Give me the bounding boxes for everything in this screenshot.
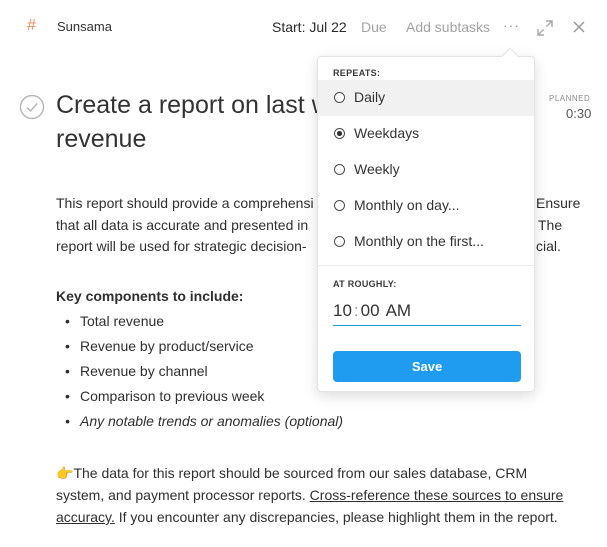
channel-hash-icon: # xyxy=(27,17,36,34)
at-roughly-label: AT ROUGHLY: xyxy=(333,279,397,289)
radio-selected-icon xyxy=(334,128,345,139)
data-source-paragraph: 👉The data for this report should be sour… xyxy=(56,462,571,528)
repeat-option-monthly-on-day[interactable]: Monthly on day... xyxy=(318,188,534,224)
option-label: Weekly xyxy=(354,161,400,177)
key-components-list: Total revenue Revenue by product/service… xyxy=(65,313,343,438)
time-hour[interactable]: 10 xyxy=(333,301,352,321)
list-item: Any notable trends or anomalies (optiona… xyxy=(65,413,343,438)
description-line-3: report will be used for strategic decisi… xyxy=(56,238,307,254)
key-components-heading: Key components to include: xyxy=(56,288,244,304)
close-icon[interactable] xyxy=(572,20,586,34)
radio-icon xyxy=(334,164,345,175)
repeats-label: REPEATS: xyxy=(333,68,381,78)
option-label: Monthly on the first... xyxy=(354,233,484,249)
save-button[interactable]: Save xyxy=(333,351,521,382)
radio-icon xyxy=(334,92,345,103)
list-item: Total revenue xyxy=(65,313,343,338)
list-item: Revenue by channel xyxy=(65,363,343,388)
due-date-button[interactable]: Due xyxy=(361,19,387,35)
repeat-option-weekly[interactable]: Weekly xyxy=(318,152,534,188)
list-item: Revenue by product/service xyxy=(65,338,343,363)
radio-icon xyxy=(334,200,345,211)
complete-task-checkbox[interactable] xyxy=(19,94,45,120)
time-separator: : xyxy=(353,301,359,320)
planned-label: PLANNED xyxy=(549,94,591,103)
more-options-icon[interactable]: ··· xyxy=(503,17,520,33)
option-label: Daily xyxy=(354,89,386,105)
time-input[interactable]: 10:00 AM xyxy=(333,299,521,326)
add-subtasks-button[interactable]: Add subtasks xyxy=(406,19,490,35)
repeat-popup: REPEATS: Daily Weekdays Weekly Monthly o… xyxy=(317,56,535,392)
start-date-button[interactable]: Start: Jul 22 xyxy=(272,19,347,35)
repeat-option-weekdays[interactable]: Weekdays xyxy=(318,116,534,152)
description-line-2: that all data is accurate and presented … xyxy=(56,216,309,233)
planned-time-value[interactable]: 0:30 xyxy=(566,106,591,121)
expand-icon[interactable] xyxy=(537,20,553,36)
option-label: Monthly on day... xyxy=(354,197,460,213)
radio-icon xyxy=(334,236,345,247)
time-ampm[interactable]: AM xyxy=(386,301,412,321)
time-minute[interactable]: 00 xyxy=(361,301,380,321)
repeat-option-daily[interactable]: Daily xyxy=(318,80,534,116)
list-item: Comparison to previous week xyxy=(65,388,343,413)
pointing-hand-icon: 👉 xyxy=(56,465,74,481)
option-label: Weekdays xyxy=(354,125,420,141)
description-line-2-end: The xyxy=(538,216,563,233)
popup-divider xyxy=(318,265,534,266)
footer-text-part-2: If you encounter any discrepancies, plea… xyxy=(114,509,558,525)
repeat-option-monthly-on-first[interactable]: Monthly on the first... xyxy=(318,224,534,260)
description-line-1-end: Ensure xyxy=(536,195,581,211)
description-line-1: This report should provide a comprehensi xyxy=(56,195,314,211)
task-header: # Sunsama Start: Jul 22 Due Add subtasks… xyxy=(0,0,607,56)
channel-name[interactable]: Sunsama xyxy=(57,19,112,34)
description-line-3-end: cial. xyxy=(536,238,561,254)
